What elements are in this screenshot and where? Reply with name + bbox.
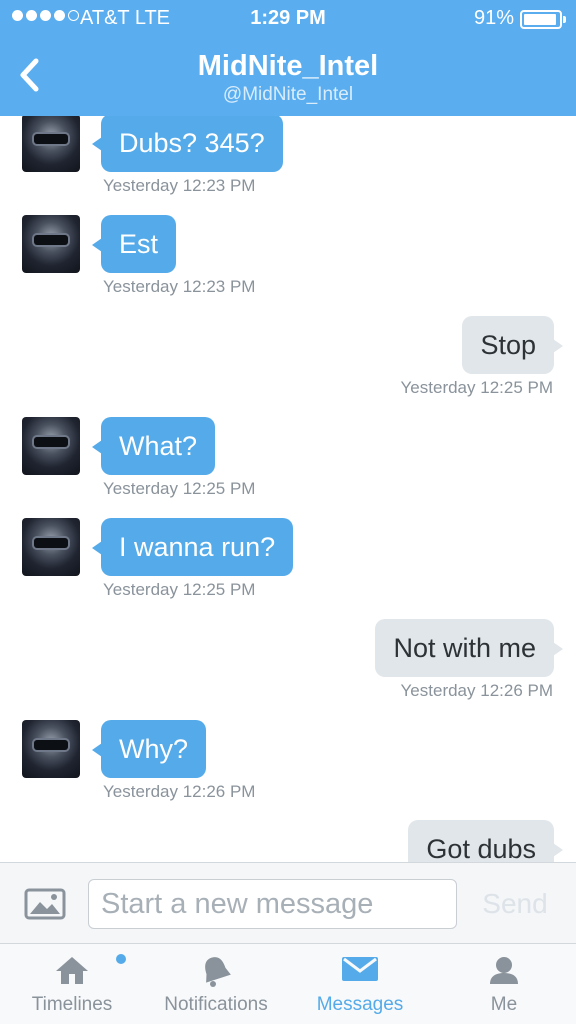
message-bubble[interactable]: Not with me bbox=[375, 619, 563, 677]
avatar[interactable] bbox=[22, 417, 80, 475]
add-photo-button[interactable] bbox=[24, 888, 66, 920]
tab-label: Timelines bbox=[31, 994, 113, 1015]
message-timestamp: Yesterday 12:25 PM bbox=[103, 580, 256, 599]
message-bubble[interactable]: Why? bbox=[91, 720, 207, 778]
tab-label: Me bbox=[490, 994, 518, 1015]
page-title: MidNite_Intel bbox=[197, 50, 379, 82]
bell-icon bbox=[205, 957, 231, 987]
avatar[interactable] bbox=[22, 518, 80, 576]
avatar[interactable] bbox=[22, 215, 80, 273]
battery-percentage: 91% bbox=[473, 7, 514, 29]
send-button[interactable]: Send bbox=[470, 879, 560, 929]
conversation-header: AT&T LTE 1:29 PM 91% MidNite_Intel @MidN… bbox=[0, 0, 576, 116]
message-timestamp: Yesterday 12:25 PM bbox=[103, 479, 256, 498]
message-bubble[interactable]: I wanna run? bbox=[91, 518, 294, 576]
compose-bar: Send bbox=[0, 862, 576, 944]
photo-icon bbox=[24, 888, 66, 920]
message-bubble[interactable]: Stop bbox=[462, 316, 563, 374]
message-timestamp: Yesterday 12:25 PM bbox=[400, 378, 553, 397]
tab-label: Messages bbox=[316, 994, 404, 1015]
user-handle[interactable]: @MidNite_Intel bbox=[0, 84, 576, 106]
unread-badge bbox=[116, 954, 126, 964]
status-bar: AT&T LTE 1:29 PM 91% bbox=[0, 0, 576, 38]
person-icon bbox=[490, 957, 518, 984]
message-thread[interactable]: Dubs? 345? Yesterday 12:23 PM Est Yester… bbox=[0, 116, 576, 862]
message-bubble[interactable]: What? bbox=[91, 417, 216, 475]
tab-me[interactable]: Me bbox=[470, 944, 538, 1024]
message-timestamp: Yesterday 12:23 PM bbox=[103, 176, 256, 195]
message-input[interactable] bbox=[88, 879, 457, 929]
envelope-icon bbox=[342, 957, 378, 981]
message-timestamp: Yesterday 12:23 PM bbox=[103, 277, 256, 296]
tab-bar: Timelines Notifications Messages Me bbox=[0, 944, 576, 1024]
tab-notifications[interactable]: Notifications bbox=[152, 944, 280, 1024]
message-bubble[interactable]: Est bbox=[91, 215, 177, 273]
avatar[interactable] bbox=[22, 116, 80, 172]
message-bubble[interactable]: Dubs? 345? bbox=[92, 116, 283, 172]
tab-timelines[interactable]: Timelines bbox=[20, 944, 126, 1024]
message-timestamp: Yesterday 12:26 PM bbox=[400, 681, 553, 700]
home-icon bbox=[56, 957, 88, 984]
tab-label: Notifications bbox=[164, 994, 268, 1015]
battery-icon bbox=[520, 10, 566, 29]
tab-messages[interactable]: Messages bbox=[306, 944, 414, 1024]
message-timestamp: Yesterday 12:26 PM bbox=[103, 782, 256, 801]
avatar[interactable] bbox=[22, 720, 80, 778]
message-bubble[interactable]: Got dubs bbox=[408, 820, 563, 862]
